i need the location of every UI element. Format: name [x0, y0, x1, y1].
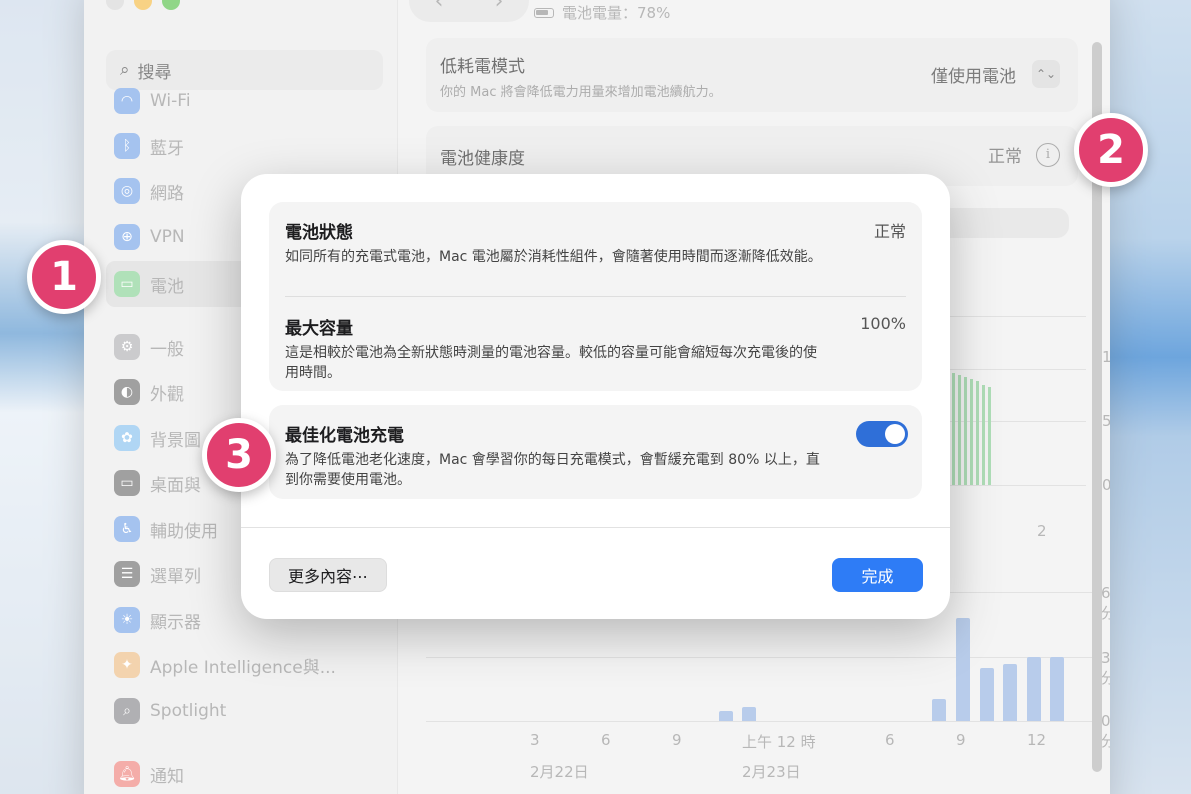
battery-status-title: 電池狀態 [285, 223, 353, 243]
optimized-charging-desc: 為了降低電池老化速度，Mac 會學習你的每日充電模式，會暫緩充電到 80% 以上… [285, 452, 820, 489]
divider [285, 296, 906, 297]
step-badge-1: 1 [27, 240, 101, 314]
optimized-charging-toggle[interactable] [856, 421, 908, 447]
max-capacity-row: 最大容量 100% 這是相較於電池為全新狀態時測量的電池容量。較低的容量可能會縮… [285, 314, 906, 384]
max-capacity-title: 最大容量 [285, 319, 353, 339]
step-badge-2: 2 [1074, 113, 1148, 187]
battery-health-dialog: 電池狀態 正常 如同所有的充電式電池，Mac 電池屬於消耗性組件，會隨著使用時間… [241, 174, 950, 619]
done-button[interactable]: 完成 [832, 558, 923, 592]
battery-status-row: 電池狀態 正常 如同所有的充電式電池，Mac 電池屬於消耗性組件，會隨著使用時間… [285, 218, 906, 267]
optimized-charging-group: 最佳化電池充電 為了降低電池老化速度，Mac 會學習你的每日充電模式，會暫緩充電… [269, 405, 922, 499]
max-capacity-desc: 這是相較於電池為全新狀態時測量的電池容量。較低的容量可能會縮短每次充電後的使用時… [285, 345, 817, 382]
optimized-charging-row: 最佳化電池充電 為了降低電池老化速度，Mac 會學習你的每日充電模式，會暫緩充電… [285, 421, 906, 491]
battery-status-value: 正常 [873, 222, 906, 241]
more-info-button[interactable]: 更多內容⋯ [269, 558, 388, 592]
max-capacity-value: 100% [860, 314, 906, 333]
step-badge-3: 3 [202, 418, 276, 492]
footer-divider [241, 527, 950, 528]
battery-status-desc: 如同所有的充電式電池，Mac 電池屬於消耗性組件，會隨著使用時間而逐漸降低效能。 [285, 249, 822, 265]
battery-info-group: 電池狀態 正常 如同所有的充電式電池，Mac 電池屬於消耗性組件，會隨著使用時間… [269, 202, 922, 391]
optimized-charging-title: 最佳化電池充電 [285, 426, 404, 446]
